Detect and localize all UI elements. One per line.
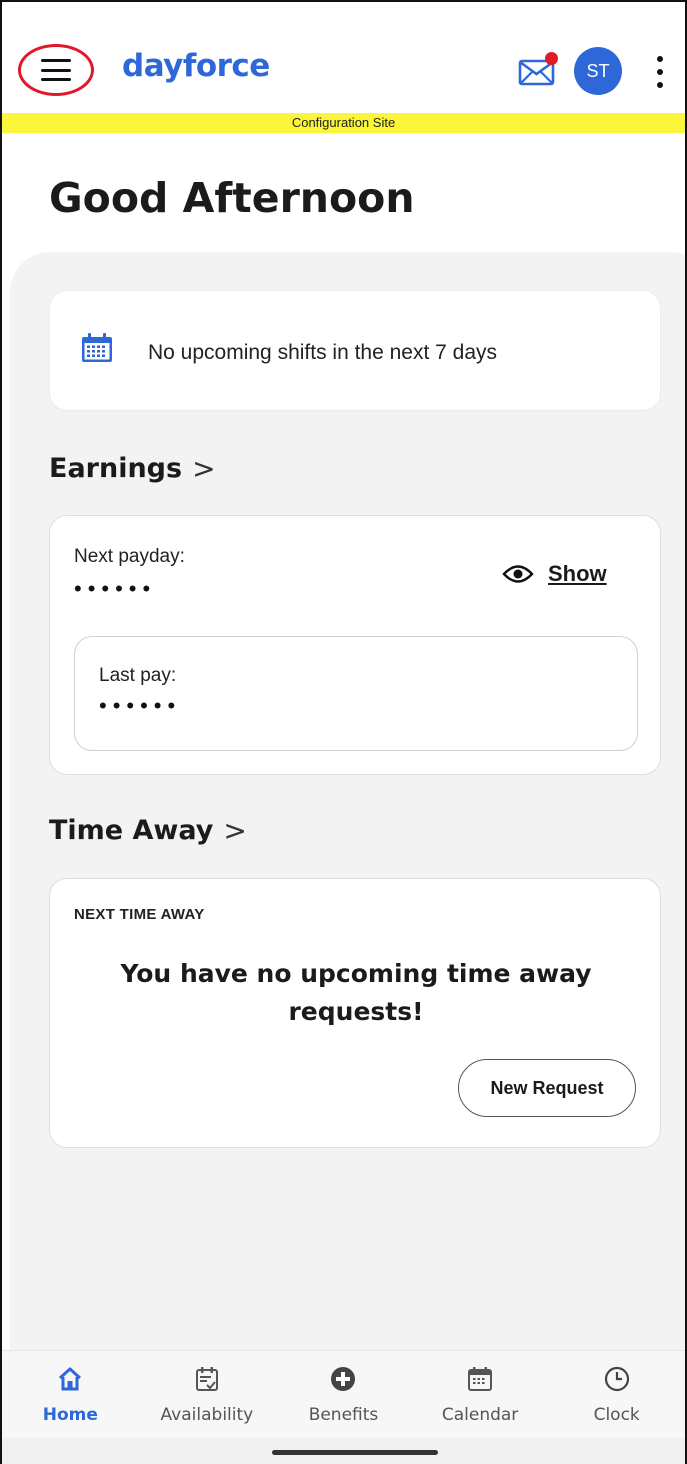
avatar-initials: ST xyxy=(586,60,610,81)
nav-item-home[interactable]: Home xyxy=(2,1351,139,1438)
nav-label-availability: Availability xyxy=(160,1405,254,1425)
eye-icon xyxy=(502,565,534,583)
home-content-area xyxy=(10,252,685,1352)
nav-label-clock: Clock xyxy=(593,1405,640,1425)
more-vertical-icon xyxy=(657,56,663,62)
system-gesture-area xyxy=(2,1438,685,1464)
no-time-away-message: You have no upcoming time away requests! xyxy=(120,959,592,1026)
notification-dot xyxy=(545,52,558,65)
earnings-section-link[interactable]: Earnings > xyxy=(49,452,216,485)
benefits-plus-icon xyxy=(331,1367,356,1391)
nav-item-availability[interactable]: Availability xyxy=(139,1351,276,1438)
show-label: Show xyxy=(548,561,607,586)
time-away-section-link[interactable]: Time Away > xyxy=(49,814,247,847)
next-payday-label: Next payday: xyxy=(74,546,185,567)
configuration-site-banner: Configuration Site xyxy=(2,113,685,133)
user-avatar[interactable]: ST xyxy=(574,47,622,95)
nav-item-calendar[interactable]: Calendar xyxy=(412,1351,549,1438)
last-pay-label: Last pay: xyxy=(99,665,177,686)
calendar-icon xyxy=(82,333,112,362)
time-away-title: Time Away xyxy=(49,815,214,846)
show-earnings-button[interactable]: Show xyxy=(502,561,607,587)
next-payday-hidden-value: •••••• xyxy=(74,576,157,601)
hamburger-menu-button[interactable] xyxy=(18,44,94,96)
last-pay-hidden-value: •••••• xyxy=(99,693,182,718)
app-screen: dayforce ST Configuration Site Good Afte… xyxy=(0,0,687,1464)
new-request-button[interactable]: New Request xyxy=(458,1059,636,1117)
more-options-button[interactable] xyxy=(650,56,670,88)
calendar-icon xyxy=(468,1367,493,1391)
greeting-title: Good Afternoon xyxy=(49,174,415,222)
earnings-title: Earnings xyxy=(49,453,183,484)
next-time-away-caption: NEXT TIME AWAY xyxy=(74,906,205,923)
nav-item-benefits[interactable]: Benefits xyxy=(275,1351,412,1438)
no-shifts-message: No upcoming shifts in the next 7 days xyxy=(148,341,498,364)
upcoming-shifts-card[interactable]: No upcoming shifts in the next 7 days xyxy=(49,290,661,411)
chevron-right-icon: > xyxy=(223,814,247,847)
hamburger-menu-icon xyxy=(41,59,71,81)
nav-label-home: Home xyxy=(42,1405,98,1425)
dayforce-logo: dayforce xyxy=(122,48,270,84)
clock-icon xyxy=(604,1366,629,1392)
home-icon xyxy=(59,1367,82,1391)
nav-label-calendar: Calendar xyxy=(441,1405,519,1425)
earnings-card: Next payday: •••••• Show Last pay: •••••… xyxy=(49,515,661,775)
time-away-card: NEXT TIME AWAY You have no upcoming time… xyxy=(49,878,661,1148)
availability-icon xyxy=(195,1367,218,1391)
last-pay-box: Last pay: •••••• xyxy=(74,636,638,751)
top-app-bar: dayforce ST xyxy=(2,2,685,112)
chevron-right-icon: > xyxy=(192,452,216,485)
nav-label-benefits: Benefits xyxy=(308,1405,379,1425)
home-gesture-bar[interactable] xyxy=(272,1450,438,1455)
nav-item-clock[interactable]: Clock xyxy=(548,1351,685,1438)
bottom-navigation: Home Availability Benefits Calendar Cloc… xyxy=(2,1350,685,1438)
